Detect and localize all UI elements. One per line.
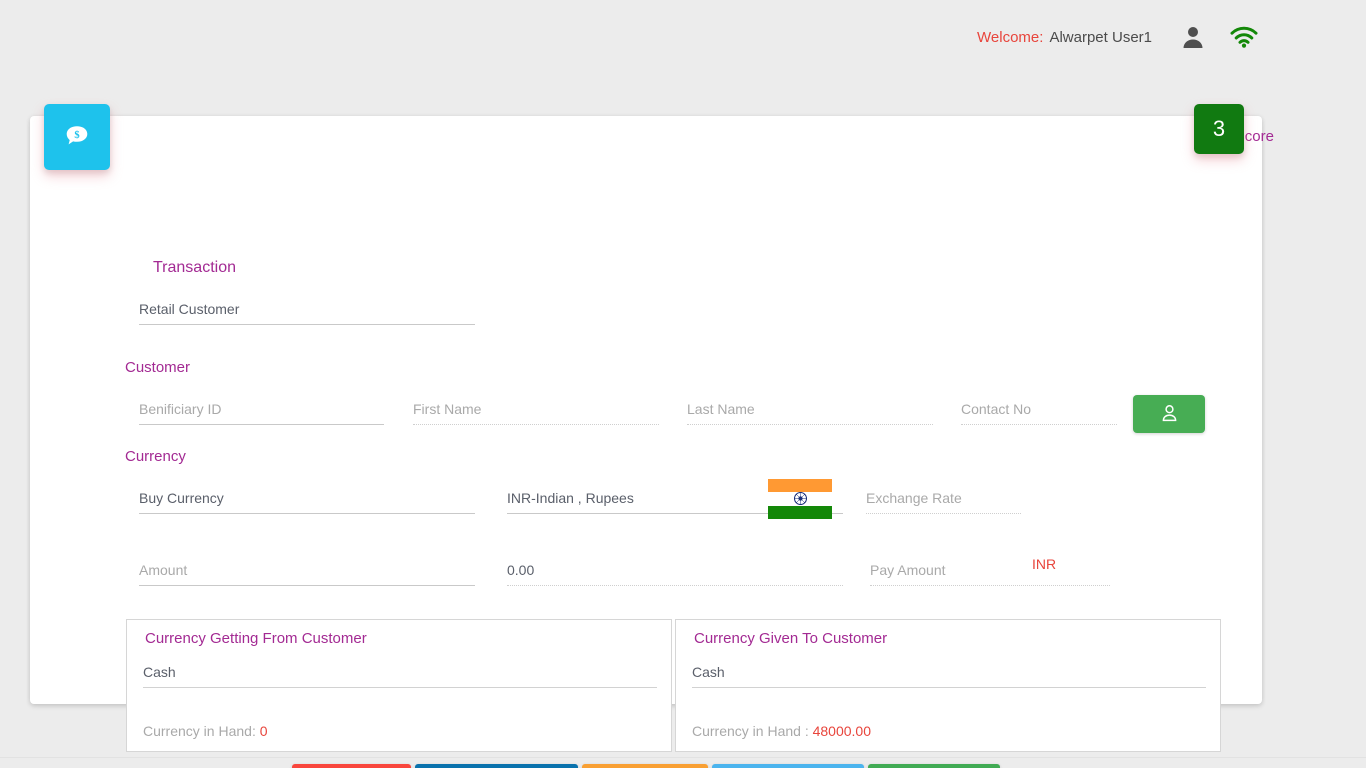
currency-from-mode-select[interactable]: Cash (143, 664, 657, 688)
india-flag-icon (768, 479, 832, 519)
currency-from-hand-value: 0 (259, 723, 268, 739)
contact-no-placeholder: Contact No (961, 401, 1032, 417)
day-closure-button[interactable]: DAY CLOSURE (415, 764, 579, 768)
topbar-icon-group (1182, 25, 1258, 49)
customer-type-value: Retail Customer (139, 301, 240, 317)
last-name-input[interactable]: Last Name (687, 400, 933, 425)
currency-from-customer-box: Currency Getting From Customer Cash Curr… (126, 619, 672, 752)
currency-to-hand: Currency in Hand : 48000.00 (692, 723, 871, 739)
dollar-speech-bubble-icon: $ (64, 123, 90, 152)
exchange-rate-input[interactable]: Exchange Rate (866, 489, 1021, 514)
currency-to-title: Currency Given To Customer (694, 630, 888, 647)
currency-to-hand-value: 48000.00 (812, 723, 872, 739)
customer-section-title: Customer (125, 359, 191, 376)
pay-amount-input[interactable]: Pay Amount (870, 561, 1110, 586)
amount-placeholder: Amount (139, 562, 188, 578)
svg-text:$: $ (74, 130, 79, 141)
welcome-username: Alwarpet User1 (1049, 28, 1152, 46)
welcome-message: Welcome: Alwarpet User1 (977, 29, 1152, 46)
footer-divider (0, 757, 1366, 758)
converted-amount-value: 0.00 (507, 562, 535, 578)
flag-white-band (768, 492, 832, 506)
buy-currency-select[interactable]: Buy Currency (139, 489, 475, 514)
currency-to-hand-label: Currency in Hand : (692, 723, 809, 739)
customer-type-select[interactable]: Retail Customer (139, 300, 475, 325)
page-title: Transaction (153, 259, 236, 276)
last-name-placeholder: Last Name (687, 401, 755, 417)
amount-input[interactable]: Amount (139, 561, 475, 586)
cancel-button[interactable]: CANCEL (292, 764, 412, 768)
wifi-icon[interactable] (1230, 26, 1258, 48)
user-outline-icon (1161, 404, 1178, 425)
flag-saffron-band (768, 479, 832, 493)
buy-currency-value: Buy Currency (139, 490, 224, 506)
payment-button[interactable]: $ PAYMENT (867, 764, 1000, 768)
customer-lookup-button[interactable] (1133, 395, 1205, 433)
first-name-input[interactable]: First Name (413, 400, 659, 425)
currency-from-hand-label: Currency in Hand: (143, 723, 256, 739)
contact-no-input[interactable]: Contact No (961, 400, 1117, 425)
history-button[interactable]: HISTORY (582, 764, 708, 768)
transaction-card: Transaction Retail Customer Customer Ben… (30, 116, 1262, 768)
transaction-tile-icon-box: $ (44, 104, 110, 170)
action-button-bar: CANCEL DAY CLOSURE (30, 764, 1262, 768)
risk-score-badge: 3 (1194, 104, 1244, 154)
flag-green-band (768, 505, 832, 519)
currency-section-title: Currency (125, 448, 186, 465)
beneficiary-id-placeholder: Benificiary ID (139, 401, 222, 417)
first-name-placeholder: First Name (413, 401, 482, 417)
currency-from-mode-value: Cash (143, 664, 176, 680)
currency-from-hand: Currency in Hand: 0 (143, 723, 268, 739)
pay-amount-placeholder: Pay Amount (870, 562, 946, 578)
transaction-form: Transaction Retail Customer Customer Ben… (30, 116, 1262, 768)
currency-to-customer-box: Currency Given To Customer Cash Currency… (675, 619, 1221, 752)
beneficiary-id-input[interactable]: Benificiary ID (139, 400, 384, 425)
currency-from-title: Currency Getting From Customer (145, 630, 367, 647)
person-icon[interactable] (1182, 25, 1204, 49)
top-bar: Welcome: Alwarpet User1 (0, 0, 1366, 74)
welcome-label: Welcome: (977, 28, 1044, 46)
suspicious-button[interactable]: SUSPICIOUS (711, 764, 864, 768)
exchange-rate-placeholder: Exchange Rate (866, 490, 962, 506)
converted-amount-display: 0.00 (507, 561, 843, 586)
currency-to-mode-value: Cash (692, 664, 725, 680)
currency-to-mode-select[interactable]: Cash (692, 664, 1206, 688)
